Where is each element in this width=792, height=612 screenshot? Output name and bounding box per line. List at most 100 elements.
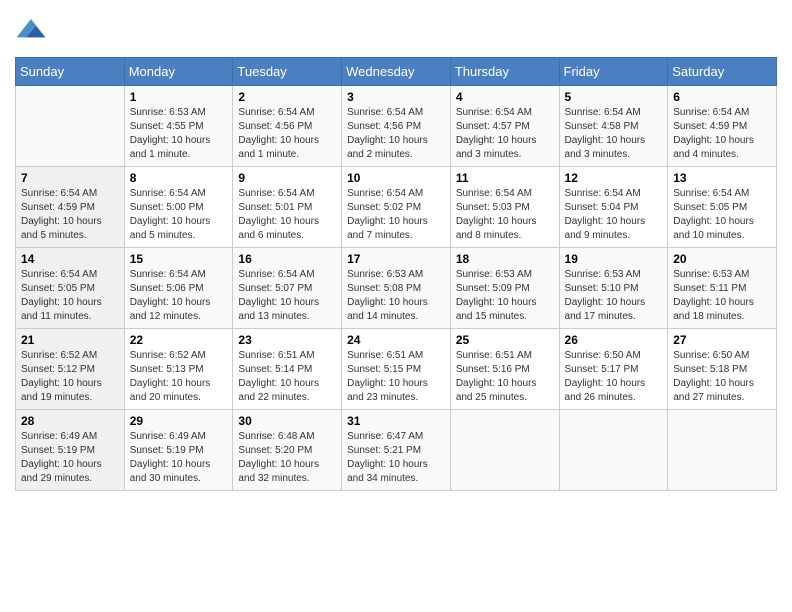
calendar-cell: 10Sunrise: 6:54 AM Sunset: 5:02 PM Dayli… bbox=[342, 167, 451, 248]
day-number: 5 bbox=[565, 90, 663, 104]
day-number: 8 bbox=[130, 171, 228, 185]
day-info: Sunrise: 6:54 AM Sunset: 4:56 PM Dayligh… bbox=[238, 106, 336, 162]
calendar-week-row: 1 Sunrise: 6:53 AM Sunset: 4:55 PM Daylig… bbox=[16, 86, 777, 167]
day-info: Sunrise: 6:54 AM Sunset: 5:02 PM Dayligh… bbox=[347, 187, 445, 243]
day-number: 9 bbox=[238, 171, 336, 185]
header-cell: Monday bbox=[124, 58, 233, 86]
calendar-cell: 22 Sunrise: 6:52 AM Sunset: 5:13 PM Dayli… bbox=[124, 329, 233, 410]
day-number: 12 bbox=[565, 171, 663, 185]
calendar-cell: 14 Sunrise: 6:54 AM Sunset: 5:05 PM Dayli… bbox=[16, 248, 125, 329]
day-number: 28 bbox=[21, 414, 119, 428]
calendar-cell: 1 Sunrise: 6:53 AM Sunset: 4:55 PM Daylig… bbox=[124, 86, 233, 167]
day-info: Sunrise: 6:48 AM Sunset: 5:20 PM Dayligh… bbox=[238, 430, 336, 486]
calendar-cell: 18 Sunrise: 6:53 AM Sunset: 5:09 PM Dayli… bbox=[450, 248, 559, 329]
day-number: 6 bbox=[673, 90, 771, 104]
day-info: Sunrise: 6:54 AM Sunset: 5:00 PM Dayligh… bbox=[130, 187, 228, 243]
day-info: Sunrise: 6:53 AM Sunset: 5:08 PM Dayligh… bbox=[347, 268, 445, 324]
day-info: Sunrise: 6:54 AM Sunset: 4:59 PM Dayligh… bbox=[673, 106, 771, 162]
calendar-week-row: 7 Sunrise: 6:54 AM Sunset: 4:59 PM Daylig… bbox=[16, 167, 777, 248]
header-cell: Saturday bbox=[668, 58, 777, 86]
day-number: 24 bbox=[347, 333, 445, 347]
day-info: Sunrise: 6:52 AM Sunset: 5:13 PM Dayligh… bbox=[130, 349, 228, 405]
calendar-cell: 25 Sunrise: 6:51 AM Sunset: 5:16 PM Dayli… bbox=[450, 329, 559, 410]
day-number: 7 bbox=[21, 171, 119, 185]
header-cell: Thursday bbox=[450, 58, 559, 86]
header-cell: Sunday bbox=[16, 58, 125, 86]
day-number: 1 bbox=[130, 90, 228, 104]
day-info: Sunrise: 6:53 AM Sunset: 5:11 PM Dayligh… bbox=[673, 268, 771, 324]
day-info: Sunrise: 6:53 AM Sunset: 5:10 PM Dayligh… bbox=[565, 268, 663, 324]
calendar-body: 1 Sunrise: 6:53 AM Sunset: 4:55 PM Daylig… bbox=[16, 86, 777, 491]
calendar-cell: 31Sunrise: 6:47 AM Sunset: 5:21 PM Dayli… bbox=[342, 410, 451, 491]
day-info: Sunrise: 6:53 AM Sunset: 5:09 PM Dayligh… bbox=[456, 268, 554, 324]
day-info: Sunrise: 6:51 AM Sunset: 5:15 PM Dayligh… bbox=[347, 349, 445, 405]
calendar-cell: 30 Sunrise: 6:48 AM Sunset: 5:20 PM Dayli… bbox=[233, 410, 342, 491]
calendar-cell: 4 Sunrise: 6:54 AM Sunset: 4:57 PM Daylig… bbox=[450, 86, 559, 167]
day-info: Sunrise: 6:53 AM Sunset: 4:55 PM Dayligh… bbox=[130, 106, 228, 162]
day-info: Sunrise: 6:54 AM Sunset: 5:07 PM Dayligh… bbox=[238, 268, 336, 324]
calendar-cell: 2 Sunrise: 6:54 AM Sunset: 4:56 PM Daylig… bbox=[233, 86, 342, 167]
calendar-week-row: 14 Sunrise: 6:54 AM Sunset: 5:05 PM Dayli… bbox=[16, 248, 777, 329]
day-number: 26 bbox=[565, 333, 663, 347]
day-number: 3 bbox=[347, 90, 445, 104]
day-number: 11 bbox=[456, 171, 554, 185]
calendar-cell: 11 Sunrise: 6:54 AM Sunset: 5:03 PM Dayli… bbox=[450, 167, 559, 248]
calendar-cell: 8 Sunrise: 6:54 AM Sunset: 5:00 PM Daylig… bbox=[124, 167, 233, 248]
day-info: Sunrise: 6:54 AM Sunset: 5:03 PM Dayligh… bbox=[456, 187, 554, 243]
day-info: Sunrise: 6:54 AM Sunset: 4:57 PM Dayligh… bbox=[456, 106, 554, 162]
header-cell: Wednesday bbox=[342, 58, 451, 86]
calendar-week-row: 28 Sunrise: 6:49 AM Sunset: 5:19 PM Dayli… bbox=[16, 410, 777, 491]
day-number: 17 bbox=[347, 252, 445, 266]
calendar-cell: 13 Sunrise: 6:54 AM Sunset: 5:05 PM Dayli… bbox=[668, 167, 777, 248]
calendar-cell: 23 Sunrise: 6:51 AM Sunset: 5:14 PM Dayli… bbox=[233, 329, 342, 410]
calendar-cell: 16 Sunrise: 6:54 AM Sunset: 5:07 PM Dayli… bbox=[233, 248, 342, 329]
day-info: Sunrise: 6:54 AM Sunset: 5:01 PM Dayligh… bbox=[238, 187, 336, 243]
day-number: 4 bbox=[456, 90, 554, 104]
day-info: Sunrise: 6:54 AM Sunset: 5:05 PM Dayligh… bbox=[673, 187, 771, 243]
day-info: Sunrise: 6:51 AM Sunset: 5:16 PM Dayligh… bbox=[456, 349, 554, 405]
day-number: 19 bbox=[565, 252, 663, 266]
day-number: 14 bbox=[21, 252, 119, 266]
day-info: Sunrise: 6:52 AM Sunset: 5:12 PM Dayligh… bbox=[21, 349, 119, 405]
calendar-cell bbox=[16, 86, 125, 167]
day-info: Sunrise: 6:54 AM Sunset: 5:04 PM Dayligh… bbox=[565, 187, 663, 243]
day-number: 30 bbox=[238, 414, 336, 428]
day-number: 23 bbox=[238, 333, 336, 347]
day-info: Sunrise: 6:49 AM Sunset: 5:19 PM Dayligh… bbox=[21, 430, 119, 486]
day-info: Sunrise: 6:54 AM Sunset: 5:05 PM Dayligh… bbox=[21, 268, 119, 324]
calendar-cell: 26 Sunrise: 6:50 AM Sunset: 5:17 PM Dayli… bbox=[559, 329, 668, 410]
day-number: 16 bbox=[238, 252, 336, 266]
day-info: Sunrise: 6:54 AM Sunset: 4:56 PM Dayligh… bbox=[347, 106, 445, 162]
day-number: 25 bbox=[456, 333, 554, 347]
day-number: 2 bbox=[238, 90, 336, 104]
calendar-cell: 27Sunrise: 6:50 AM Sunset: 5:18 PM Dayli… bbox=[668, 329, 777, 410]
logo-icon bbox=[15, 15, 47, 47]
calendar-cell bbox=[668, 410, 777, 491]
day-info: Sunrise: 6:50 AM Sunset: 5:17 PM Dayligh… bbox=[565, 349, 663, 405]
calendar-cell bbox=[450, 410, 559, 491]
calendar-cell: 19 Sunrise: 6:53 AM Sunset: 5:10 PM Dayli… bbox=[559, 248, 668, 329]
calendar-cell: 20 Sunrise: 6:53 AM Sunset: 5:11 PM Dayli… bbox=[668, 248, 777, 329]
calendar-cell: 24 Sunrise: 6:51 AM Sunset: 5:15 PM Dayli… bbox=[342, 329, 451, 410]
day-number: 20 bbox=[673, 252, 771, 266]
day-info: Sunrise: 6:54 AM Sunset: 4:59 PM Dayligh… bbox=[21, 187, 119, 243]
calendar-cell: 28 Sunrise: 6:49 AM Sunset: 5:19 PM Dayli… bbox=[16, 410, 125, 491]
day-number: 15 bbox=[130, 252, 228, 266]
day-info: Sunrise: 6:54 AM Sunset: 4:58 PM Dayligh… bbox=[565, 106, 663, 162]
calendar-cell: 21 Sunrise: 6:52 AM Sunset: 5:12 PM Dayli… bbox=[16, 329, 125, 410]
calendar-cell: 15Sunrise: 6:54 AM Sunset: 5:06 PM Dayli… bbox=[124, 248, 233, 329]
calendar-cell: 29Sunrise: 6:49 AM Sunset: 5:19 PM Dayli… bbox=[124, 410, 233, 491]
calendar-cell: 3 Sunrise: 6:54 AM Sunset: 4:56 PM Daylig… bbox=[342, 86, 451, 167]
day-info: Sunrise: 6:51 AM Sunset: 5:14 PM Dayligh… bbox=[238, 349, 336, 405]
day-number: 13 bbox=[673, 171, 771, 185]
day-info: Sunrise: 6:50 AM Sunset: 5:18 PM Dayligh… bbox=[673, 349, 771, 405]
calendar-week-row: 21 Sunrise: 6:52 AM Sunset: 5:12 PM Dayli… bbox=[16, 329, 777, 410]
day-number: 21 bbox=[21, 333, 119, 347]
calendar-cell: 6 Sunrise: 6:54 AM Sunset: 4:59 PM Daylig… bbox=[668, 86, 777, 167]
day-number: 22 bbox=[130, 333, 228, 347]
calendar-cell: 17 Sunrise: 6:53 AM Sunset: 5:08 PM Dayli… bbox=[342, 248, 451, 329]
calendar-header: SundayMondayTuesdayWednesdayThursdayFrid… bbox=[16, 58, 777, 86]
header-row: SundayMondayTuesdayWednesdayThursdayFrid… bbox=[16, 58, 777, 86]
calendar-cell: 9 Sunrise: 6:54 AM Sunset: 5:01 PM Daylig… bbox=[233, 167, 342, 248]
day-number: 18 bbox=[456, 252, 554, 266]
